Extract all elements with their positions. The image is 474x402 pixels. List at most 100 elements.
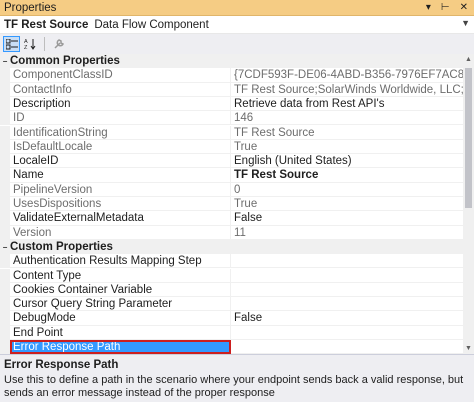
property-name[interactable]: PipelineVersion bbox=[10, 182, 231, 197]
property-value[interactable]: 0 bbox=[231, 183, 463, 197]
property-pages-button[interactable] bbox=[50, 36, 67, 52]
property-name[interactable]: Description bbox=[10, 96, 231, 112]
property-name[interactable]: ContactInfo bbox=[10, 82, 231, 97]
property-row[interactable]: DebugMode False bbox=[0, 311, 463, 326]
property-value[interactable]: 146 bbox=[231, 111, 463, 126]
property-row[interactable]: LocaleID English (United States) bbox=[0, 154, 463, 169]
window-title: Properties bbox=[4, 1, 57, 14]
property-value[interactable] bbox=[231, 340, 463, 354]
categorized-icon bbox=[5, 38, 18, 49]
property-name[interactable]: Cookies Container Variable bbox=[10, 282, 231, 298]
property-row[interactable]: UsesDispositions True bbox=[0, 197, 463, 212]
property-row[interactable]: Authentication Results Mapping Step bbox=[0, 254, 463, 269]
property-name[interactable]: IsDefaultLocale bbox=[10, 139, 231, 155]
property-name[interactable]: End Point bbox=[10, 325, 231, 340]
category-label: Common Properties bbox=[10, 55, 120, 68]
vertical-scrollbar[interactable]: ▲ ▼ bbox=[463, 54, 474, 354]
property-value[interactable]: True bbox=[231, 197, 463, 212]
row-gutter bbox=[0, 325, 10, 340]
property-value[interactable]: TF Rest Source;SolarWinds Worldwide, LLC… bbox=[231, 83, 463, 97]
property-name[interactable]: ComponentClassID bbox=[10, 68, 231, 83]
property-row[interactable]: ValidateExternalMetadata False bbox=[0, 211, 463, 226]
scroll-down-icon[interactable]: ▼ bbox=[463, 343, 474, 354]
property-row[interactable]: Error Response Path bbox=[0, 340, 463, 354]
property-row[interactable]: End Point bbox=[0, 325, 463, 340]
property-value[interactable] bbox=[231, 326, 463, 340]
property-value[interactable]: False bbox=[231, 311, 463, 326]
description-text: Use this to define a path in the scenari… bbox=[4, 374, 464, 399]
property-value[interactable] bbox=[231, 254, 463, 269]
property-row[interactable]: Name TF Rest Source bbox=[0, 168, 463, 183]
description-pane: Error Response Path Use this to define a… bbox=[0, 354, 474, 402]
svg-text:Z: Z bbox=[24, 45, 28, 50]
pin-icon[interactable]: ⊢ bbox=[441, 2, 450, 13]
close-icon[interactable]: ✕ bbox=[460, 2, 468, 13]
property-value[interactable] bbox=[231, 269, 463, 283]
property-value[interactable]: {7CDF593F-DE06-4ABD-B356-7976EF7AC8E0} bbox=[231, 68, 463, 83]
scrollbar-thumb[interactable] bbox=[465, 68, 472, 208]
row-gutter bbox=[0, 254, 10, 269]
row-gutter bbox=[0, 268, 10, 283]
property-value[interactable]: English (United States) bbox=[231, 154, 463, 169]
property-value[interactable]: TF Rest Source bbox=[231, 126, 463, 140]
toolbar-separator bbox=[44, 37, 45, 51]
property-name[interactable]: DebugMode bbox=[10, 311, 231, 326]
categorized-button[interactable] bbox=[3, 36, 20, 52]
collapse-icon[interactable]: − bbox=[0, 243, 10, 252]
row-gutter bbox=[0, 82, 10, 97]
property-name[interactable]: Error Response Path bbox=[10, 340, 231, 354]
scroll-up-icon[interactable]: ▲ bbox=[463, 54, 474, 65]
property-value[interactable]: False bbox=[231, 211, 463, 226]
properties-title-bar: Properties ▾ ⊢ ✕ bbox=[0, 0, 474, 16]
property-name[interactable]: Content Type bbox=[10, 268, 231, 283]
property-name[interactable]: LocaleID bbox=[10, 154, 231, 169]
property-row[interactable]: IdentificationString TF Rest Source bbox=[0, 125, 463, 140]
row-gutter bbox=[0, 311, 10, 326]
property-row[interactable]: Version 11 bbox=[0, 225, 463, 240]
property-name[interactable]: Name bbox=[10, 168, 231, 183]
property-value[interactable] bbox=[231, 283, 463, 298]
property-row[interactable]: Cursor Query String Parameter bbox=[0, 297, 463, 312]
property-name[interactable]: ID bbox=[10, 111, 231, 126]
dropdown-arrow-icon[interactable]: ▾ bbox=[426, 2, 431, 13]
property-name[interactable]: Authentication Results Mapping Step bbox=[10, 254, 231, 269]
row-gutter bbox=[0, 168, 10, 183]
object-selector[interactable]: TF Rest Source Data Flow Component ▼ bbox=[0, 16, 474, 34]
property-value[interactable] bbox=[231, 297, 463, 312]
object-name: TF Rest Source bbox=[4, 18, 89, 31]
category-label: Custom Properties bbox=[10, 241, 113, 254]
property-row[interactable]: Cookies Container Variable bbox=[0, 282, 463, 298]
category-common-properties[interactable]: − Common Properties bbox=[0, 54, 463, 69]
property-row[interactable]: Description Retrieve data from Rest API's bbox=[0, 96, 463, 112]
property-name[interactable]: Version bbox=[10, 225, 231, 240]
property-value[interactable]: TF Rest Source bbox=[231, 168, 463, 183]
alphabetical-button[interactable]: A Z bbox=[22, 36, 39, 52]
property-row[interactable]: PipelineVersion 0 bbox=[0, 182, 463, 197]
row-gutter bbox=[0, 282, 10, 298]
property-name[interactable]: UsesDispositions bbox=[10, 197, 231, 212]
row-gutter bbox=[0, 340, 10, 354]
object-type: Data Flow Component bbox=[94, 18, 209, 31]
row-gutter bbox=[0, 211, 10, 226]
property-row[interactable]: ID 146 bbox=[0, 111, 463, 126]
property-name[interactable]: IdentificationString bbox=[10, 125, 231, 140]
category-custom-properties[interactable]: − Custom Properties bbox=[0, 239, 463, 255]
property-name[interactable]: Cursor Query String Parameter bbox=[10, 297, 231, 312]
property-value[interactable]: 11 bbox=[231, 226, 463, 240]
row-gutter bbox=[0, 96, 10, 112]
collapse-icon[interactable]: − bbox=[0, 57, 10, 66]
row-gutter bbox=[0, 154, 10, 169]
row-gutter bbox=[0, 139, 10, 155]
property-value[interactable]: True bbox=[231, 140, 463, 155]
property-row[interactable]: IsDefaultLocale True bbox=[0, 139, 463, 155]
row-gutter bbox=[0, 197, 10, 212]
description-title: Error Response Path bbox=[4, 359, 119, 371]
alphabetical-icon: A Z bbox=[24, 39, 36, 50]
row-gutter bbox=[0, 297, 10, 312]
property-value[interactable]: Retrieve data from Rest API's bbox=[231, 97, 463, 112]
property-row[interactable]: Content Type bbox=[0, 268, 463, 283]
chevron-down-icon[interactable]: ▼ bbox=[461, 18, 470, 28]
property-row[interactable]: ContactInfo TF Rest Source;SolarWinds Wor… bbox=[0, 82, 463, 97]
property-name[interactable]: ValidateExternalMetadata bbox=[10, 211, 231, 226]
property-row[interactable]: ComponentClassID {7CDF593F-DE06-4ABD-B356… bbox=[0, 68, 463, 83]
